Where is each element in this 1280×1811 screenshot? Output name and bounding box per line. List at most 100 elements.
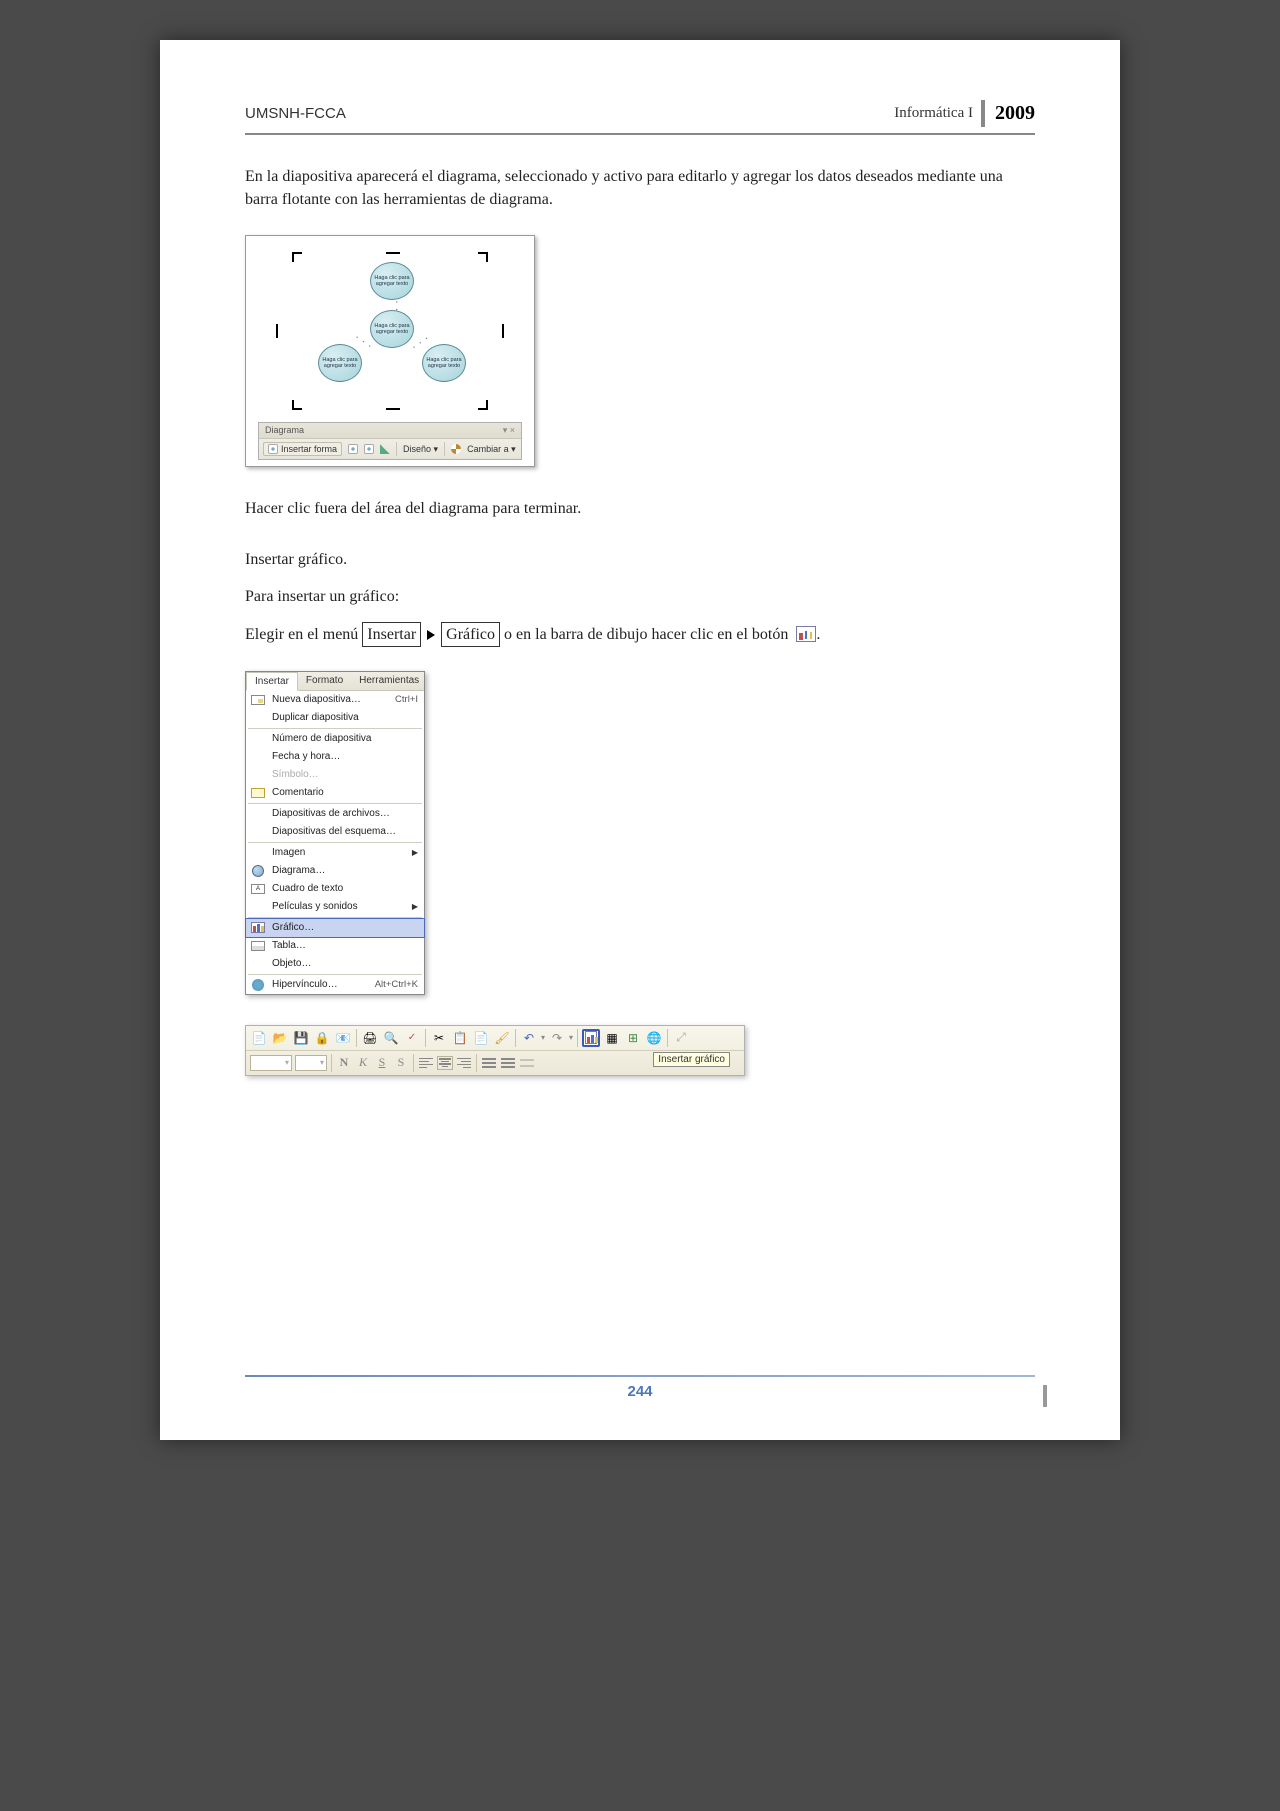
table-icon [251, 941, 265, 951]
menu-separator [248, 728, 422, 729]
insert-chart-button[interactable] [582, 1029, 600, 1047]
tooltip-insert-chart: Insertar gráfico [653, 1052, 730, 1067]
change-dropdown[interactable]: Cambiar a ▾ [467, 444, 516, 455]
italic-button[interactable]: K [355, 1055, 371, 1071]
connector-line: • • • [354, 335, 373, 351]
chart-button-icon [796, 626, 816, 642]
format-painter-icon[interactable]: 🖌 [493, 1029, 511, 1047]
insert-shape-button[interactable]: Insertar forma [263, 442, 342, 456]
menu-item-objeto[interactable]: Objeto… [246, 955, 424, 973]
menu-item-imagen[interactable]: Imagen ▶ [246, 844, 424, 862]
page-footer: 244 [245, 1375, 1035, 1400]
email-icon[interactable]: 📧 [334, 1029, 352, 1047]
align-right-icon[interactable] [456, 1056, 472, 1070]
menu-item-comentario[interactable]: Comentario [246, 784, 424, 802]
hyperlink-icon[interactable]: 🌐 [645, 1029, 663, 1047]
paste-icon[interactable]: 📄 [472, 1029, 490, 1047]
menu-item-numero[interactable]: Número de diapositiva [246, 730, 424, 748]
toolbar-icon[interactable] [348, 444, 358, 454]
diagram-figure: • • • • • • • • • Haga clic para agregar… [245, 235, 535, 467]
separator [396, 442, 397, 456]
header-course: Informática I [886, 100, 981, 127]
diagram-node[interactable]: Haga clic para agregar texto [370, 262, 414, 300]
tables-borders-icon[interactable]: ⊞ [624, 1029, 642, 1047]
align-left-icon[interactable] [418, 1056, 434, 1070]
menu-item-grafico[interactable]: Gráfico… [245, 918, 425, 938]
permission-icon[interactable]: 🔒 [313, 1029, 331, 1047]
menu-tab-herramientas[interactable]: Herramientas [351, 672, 427, 690]
preview-icon[interactable]: 🔍 [382, 1029, 400, 1047]
copy-icon[interactable]: 📋 [451, 1029, 469, 1047]
separator [413, 1054, 414, 1072]
formatting-toolbar: ▾ ▾ N K S S Insertar gráfico [246, 1051, 744, 1075]
dropdown-arrow-icon[interactable]: ▾ [569, 1033, 573, 1042]
menu-item-tabla[interactable]: Tabla… [246, 937, 424, 955]
menu-body: Nueva diapositiva… Ctrl+I Duplicar diapo… [246, 691, 424, 994]
chart-icon [251, 922, 265, 933]
save-icon[interactable]: 💾 [292, 1029, 310, 1047]
diagram-canvas: • • • • • • • • • Haga clic para agregar… [258, 246, 522, 416]
decrease-indent-icon[interactable] [519, 1056, 535, 1070]
menu-item-esquema[interactable]: Diapositivas del esquema… [246, 823, 424, 841]
toolbar-icon[interactable] [364, 444, 374, 454]
underline-button[interactable]: S [374, 1055, 390, 1071]
selection-corner-icon [292, 400, 302, 410]
selection-handle-icon [502, 324, 504, 338]
table-icon[interactable]: ▦ [603, 1029, 621, 1047]
gear-icon[interactable] [451, 444, 461, 454]
shape-icon [268, 444, 278, 454]
insert-menu: Insertar Formato Herramientas Nueva diap… [245, 671, 425, 995]
new-file-icon[interactable]: 📄 [250, 1029, 268, 1047]
menu-item-duplicar[interactable]: Duplicar diapositiva [246, 709, 424, 727]
redo-icon[interactable]: ↷ [548, 1029, 566, 1047]
spell-icon[interactable]: ✓ [403, 1029, 421, 1047]
menu-item-peliculas[interactable]: Películas y sonidos ▶ [246, 898, 424, 916]
page-number: 244 [245, 1383, 1035, 1400]
separator [444, 442, 445, 456]
toolbar-title-bar: Diagrama ▾ × [259, 423, 521, 439]
toolbar-close-icon[interactable]: ▾ × [503, 425, 515, 436]
menu-tab-formato[interactable]: Formato [298, 672, 351, 690]
hyperlink-icon [252, 979, 264, 991]
move-icon[interactable] [380, 444, 390, 454]
diagram-node[interactable]: Haga clic para agregar texto [422, 344, 466, 382]
submenu-arrow-icon: ▶ [412, 902, 418, 911]
menu-tab-insertar[interactable]: Insertar [246, 672, 298, 691]
bullet-list-icon[interactable] [500, 1056, 516, 1070]
menu-item-cuadro-texto[interactable]: A Cuadro de texto [246, 880, 424, 898]
dropdown-arrow-icon[interactable]: ▾ [541, 1033, 545, 1042]
separator [476, 1054, 477, 1072]
menu-item-diagrama[interactable]: Diagrama… [246, 862, 424, 880]
size-dropdown[interactable]: ▾ [295, 1055, 327, 1071]
font-dropdown[interactable]: ▾ [250, 1055, 292, 1071]
align-center-icon[interactable] [437, 1056, 453, 1070]
diagram-floating-toolbar: Diagrama ▾ × Insertar forma Diseño ▾ Cam… [258, 422, 522, 460]
separator [356, 1029, 357, 1047]
menu-item-hipervinculo[interactable]: Hipervínculo… Alt+Ctrl+K [246, 976, 424, 994]
open-icon[interactable]: 📂 [271, 1029, 289, 1047]
menu-path-insertar: Insertar [362, 622, 421, 647]
expand-icon[interactable]: ⤢ [672, 1029, 690, 1047]
header-year: 2009 [981, 100, 1035, 127]
layout-dropdown[interactable]: Diseño ▾ [403, 444, 438, 455]
paragraph-finish: Hacer clic fuera del área del diagrama p… [245, 497, 1035, 520]
undo-icon[interactable]: ↶ [520, 1029, 538, 1047]
shadow-button[interactable]: S [393, 1055, 409, 1071]
numbered-list-icon[interactable] [481, 1056, 497, 1070]
selection-corner-icon [292, 252, 302, 262]
diagram-node[interactable]: Haga clic para agregar texto [318, 344, 362, 382]
selection-corner-icon [478, 400, 488, 410]
menu-item-fecha[interactable]: Fecha y hora… [246, 748, 424, 766]
print-icon[interactable]: 🖨 [361, 1029, 379, 1047]
menu-item-nueva-diapositiva[interactable]: Nueva diapositiva… Ctrl+I [246, 691, 424, 709]
diagram-node[interactable]: Haga clic para agregar texto [370, 310, 414, 348]
footer-rule [245, 1375, 1035, 1377]
comment-icon [251, 788, 265, 798]
cut-icon[interactable]: ✂ [430, 1029, 448, 1047]
menu-path-grafico: Gráfico [441, 622, 500, 647]
separator [331, 1054, 332, 1072]
toolbar-row: Insertar forma Diseño ▾ Cambiar a ▾ [259, 439, 521, 459]
menu-item-archivos[interactable]: Diapositivas de archivos… [246, 805, 424, 823]
bold-button[interactable]: N [336, 1055, 352, 1071]
selection-corner-icon [478, 252, 488, 262]
